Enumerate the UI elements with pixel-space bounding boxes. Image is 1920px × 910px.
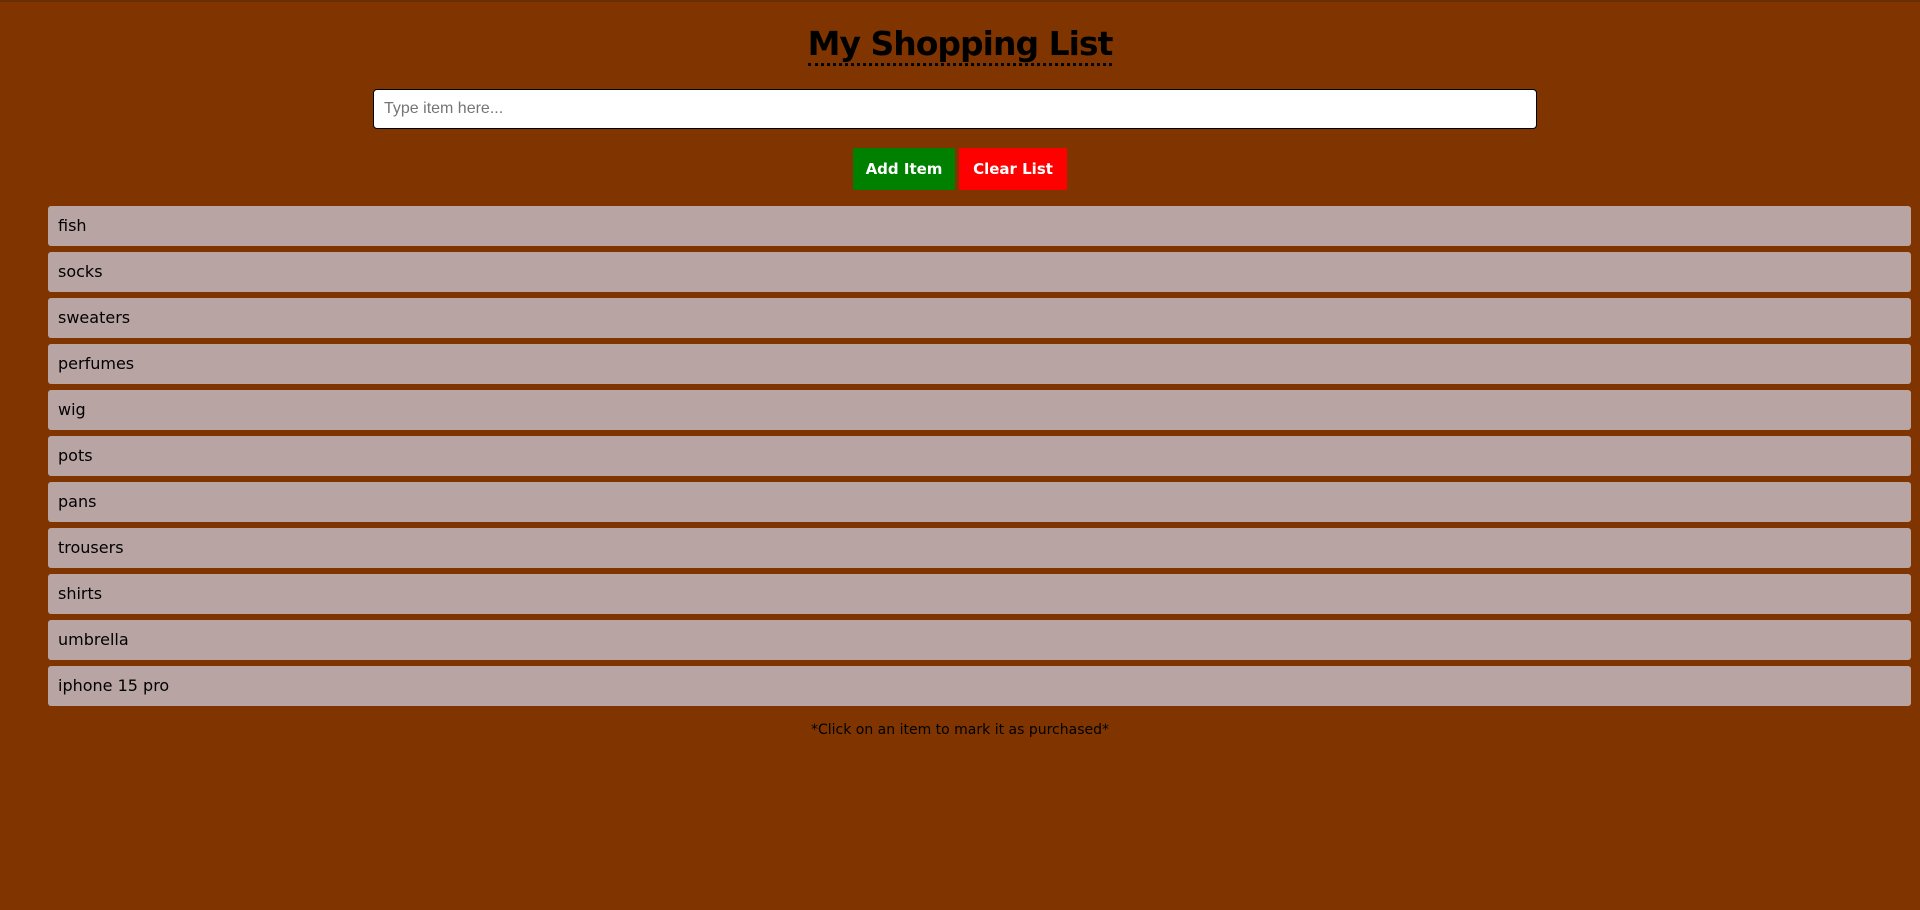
list-item[interactable]: wig [48, 390, 1911, 430]
list-item[interactable]: pots [48, 436, 1911, 476]
list-item[interactable]: iphone 15 pro [48, 666, 1911, 706]
shopping-list: fish socks sweaters perfumes wig pots pa… [48, 206, 1911, 712]
list-item[interactable]: umbrella [48, 620, 1911, 660]
clear-list-button[interactable]: Clear List [959, 148, 1067, 190]
list-item[interactable]: sweaters [48, 298, 1911, 338]
list-item[interactable]: trousers [48, 528, 1911, 568]
list-item[interactable]: fish [48, 206, 1911, 246]
page-title-text: My Shopping List [807, 24, 1113, 66]
button-row: Add Item Clear List [0, 148, 1920, 190]
list-item[interactable]: perfumes [48, 344, 1911, 384]
list-item[interactable]: shirts [48, 574, 1911, 614]
instruction-hint: *Click on an item to mark it as purchase… [810, 722, 1110, 738]
list-item[interactable]: socks [48, 252, 1911, 292]
page-title: My Shopping List [0, 22, 1920, 66]
list-item[interactable]: pans [48, 482, 1911, 522]
add-item-button[interactable]: Add Item [853, 148, 955, 190]
item-input[interactable] [373, 89, 1537, 129]
